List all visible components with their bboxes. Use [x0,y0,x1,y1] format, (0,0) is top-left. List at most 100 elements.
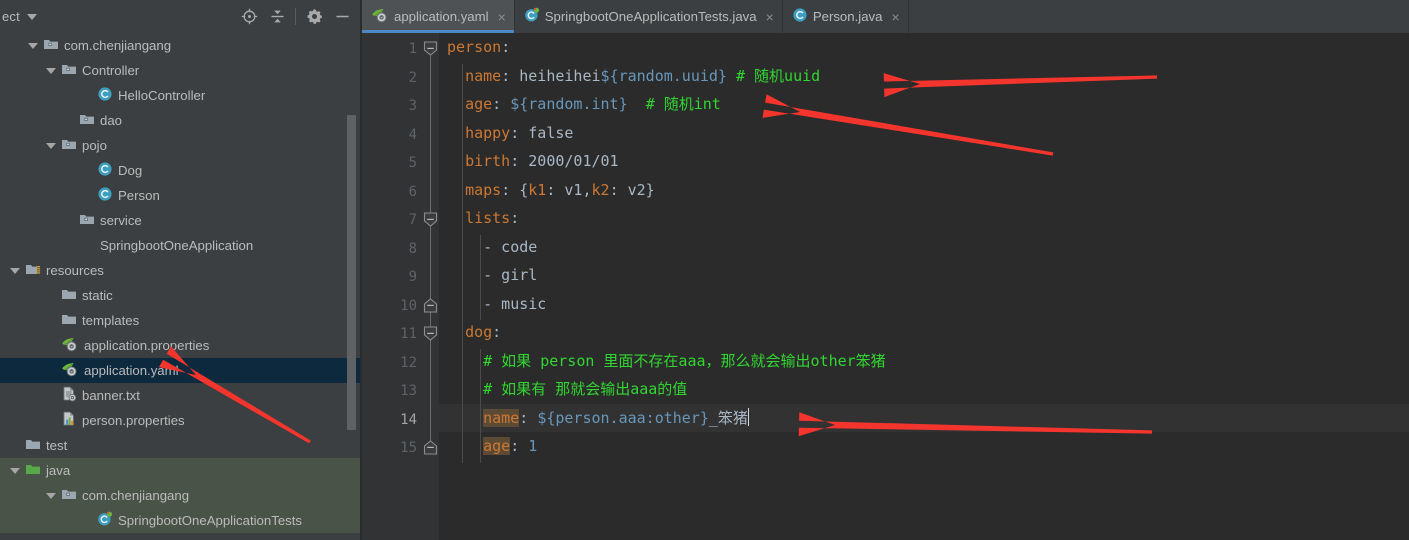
code-token: : [510,152,529,170]
code-token: _笨猪 [708,408,748,427]
tree-row-application-properties[interactable]: application.properties [0,333,362,358]
minimize-icon[interactable] [328,4,356,30]
code-line-12[interactable]: # 如果 person 里面不存在aaa，那么就会输出other笨猪 [439,347,1409,376]
code-line-3[interactable]: age: ${random.int} # 随机int [439,90,1409,119]
tree-row-static[interactable]: static [0,283,362,308]
code-editor[interactable]: 1 2 3 4 5 6 7 8 9 10 11 12 13 14 15 person: name: heih… [362,33,1409,540]
collapse-all-icon[interactable] [263,4,291,30]
code-token: : v1, [546,180,592,199]
chevron-down-icon[interactable] [28,42,38,49]
code-token: : [510,123,529,142]
chevron-down-icon[interactable] [10,467,20,474]
line-number: 12 [400,354,417,371]
code-line-1[interactable]: person: [439,33,1409,62]
project-tree[interactable]: com.chenjiangang Controller HelloControlle… [0,33,362,540]
project-toolbar: ect [0,0,362,33]
spring-config-icon [371,7,389,26]
code-line-9[interactable]: - girl [439,261,1409,290]
code-line-6[interactable]: maps: {k1: v1,k2: v2} [439,176,1409,205]
line-number: 6 [408,183,417,200]
editor-tab-person-java[interactable]: Person.java × [782,0,909,33]
code-token: : [510,437,529,455]
close-icon[interactable]: × [766,10,774,24]
fold-end-icon[interactable] [423,297,438,313]
tree-row-springbootoneapplication[interactable]: SpringbootOneApplication [0,233,362,258]
spring-test-class-icon [97,511,113,530]
chevron-down-icon[interactable] [46,492,56,499]
code-line-4[interactable]: happy: false [439,119,1409,148]
java-class-icon [792,7,808,26]
tree-row-hellocontroller[interactable]: HelloController [0,83,362,108]
tree-row-templates[interactable]: templates [0,308,362,333]
tree-row-service[interactable]: service [0,208,362,233]
indent-guide [480,348,482,463]
tree-row-label: java [46,463,71,478]
tree-row-label: com.chenjiangang [64,38,172,53]
code-token: 1 [528,437,538,455]
text-caret [747,407,749,426]
editor-tab-springbootoneapplicationtests-java[interactable]: SpringbootOneApplicationTests.java × [514,0,783,33]
text-file-icon [61,386,77,405]
line-number: 11 [400,326,417,342]
tree-row-pojo[interactable]: pojo [0,133,362,158]
code-line-8[interactable]: - code [439,233,1409,262]
line-number: 7 [408,212,417,228]
code-line-15[interactable]: age: 1 [439,432,1409,461]
ide-window: ect com.chenjiangang Controller HelloCon… [0,0,1409,540]
tree-row-test[interactable]: test [0,433,362,458]
fold-collapse-icon[interactable] [423,326,438,341]
tree-row-com-chenjiangang[interactable]: com.chenjiangang [0,483,362,508]
code-line-14[interactable]: name: ${person.aaa:other}_笨猪 [439,403,1409,432]
tree-row-resources[interactable]: resources [0,258,362,283]
tree-row-label: com.chenjiangang [82,488,190,503]
code-line-2[interactable]: name: heiheihei${random.uuid} # 随机uuid [439,62,1409,91]
sidebar-scrollbar[interactable] [347,115,356,430]
gear-icon[interactable] [300,4,328,30]
code-line-10[interactable]: - music [439,290,1409,319]
tree-row-label: static [82,288,113,303]
tree-row-springbootoneapplicationtests[interactable]: SpringbootOneApplicationTests [0,508,362,533]
code-token: false [528,123,574,142]
tool-window-title[interactable]: ect [2,9,20,24]
tree-row-java[interactable]: java [0,458,362,483]
code-line-13[interactable]: # 如果有 那就会输出aaa的值 [439,375,1409,404]
chevron-down-icon[interactable] [46,142,56,149]
tree-row-label: Person [118,188,160,203]
tree-row-label: banner.txt [82,388,140,403]
code-lines[interactable]: person: name: heiheihei${random.uuid} # … [439,33,1409,540]
code-line-7[interactable]: lists: [439,204,1409,233]
fold-end-icon[interactable] [423,440,438,455]
tree-row-com-chenjiangang[interactable]: com.chenjiangang [0,33,362,58]
fold-collapse-icon[interactable] [423,212,438,227]
locate-file-icon[interactable] [235,4,263,30]
tree-row-dao[interactable]: dao [0,108,362,133]
close-icon[interactable]: × [498,10,506,24]
chevron-down-icon[interactable] [10,267,20,274]
tree-row-label: Controller [82,63,140,78]
tree-row-application-yaml[interactable]: application.yaml [0,358,362,383]
tree-row-person-properties[interactable]: person.properties [0,408,362,433]
tree-row-dog[interactable]: Dog [0,158,362,183]
tree-row-controller[interactable]: Controller [0,58,362,83]
package-folder-icon [79,111,95,130]
test-source-folder-icon [25,461,41,480]
code-line-5[interactable]: birth: 2000/01/01 [439,147,1409,176]
close-icon[interactable]: × [891,10,899,24]
tree-row-banner-txt[interactable]: banner.txt [0,383,362,408]
chevron-down-icon[interactable] [26,13,37,20]
chevron-down-icon[interactable] [46,67,56,74]
tree-row-label: SpringbootOneApplication [100,238,254,253]
editor-tab-application-yaml[interactable]: application.yaml × [362,0,515,33]
folder-icon [25,436,41,455]
spring-boot-class-icon [79,236,95,255]
tree-row-label: HelloController [118,88,206,103]
code-token: ${random.int} [510,95,628,113]
code-token: 2000/01/01 [528,152,619,170]
line-number: 5 [408,155,417,171]
code-line-11[interactable]: dog: [439,318,1409,347]
tree-row-person[interactable]: Person [0,183,362,208]
fold-collapse-icon[interactable] [423,41,438,56]
tree-row-label: templates [82,313,140,328]
